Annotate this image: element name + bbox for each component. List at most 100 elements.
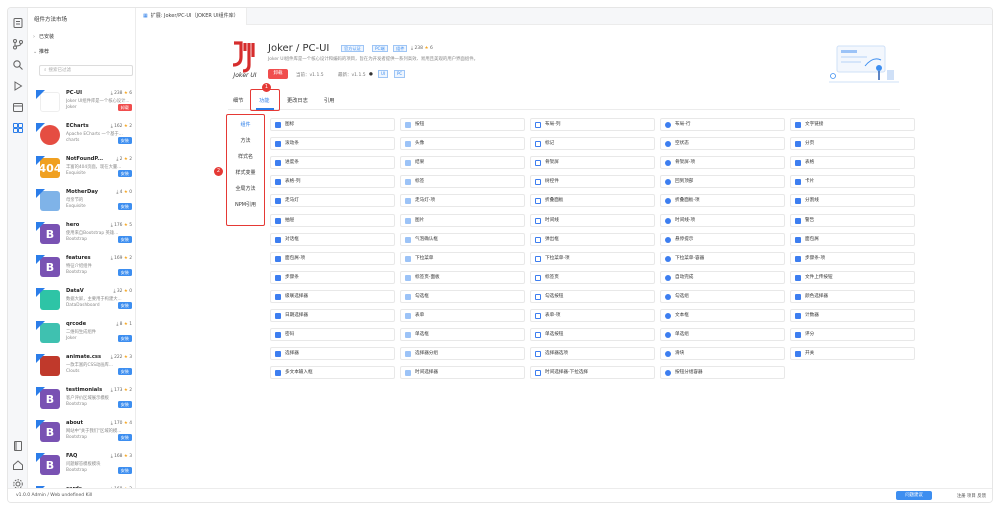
component-cell[interactable]: 折叠面板-项 [660,194,785,208]
component-cell[interactable]: 单选框 [400,328,525,342]
component-cell[interactable]: 文件上传按钮 [790,270,915,284]
plugin-action-button[interactable]: 安装 [117,170,132,177]
component-cell[interactable]: 勾选组 [660,289,785,303]
component-cell[interactable]: 文字链接 [790,118,915,131]
component-cell[interactable]: 按钮 [400,118,525,131]
component-cell[interactable]: 选择器分组 [400,347,525,361]
status-right[interactable]: 注册 项目 反馈 [957,493,986,499]
component-cell[interactable]: 回到顶部 [660,175,785,189]
component-cell[interactable]: 标签页 [530,270,655,284]
plugin-item[interactable]: Bfeatures ⤓ 169 ★ 2 特征介绍组件 Bootstrap 安装 [36,255,132,286]
component-cell[interactable]: 卡片 [790,175,915,189]
plugin-item[interactable]: Babout ⤓ 170 ★ 4 网站中"关于我们"区域的模... Bootstrap… [36,420,132,451]
plugin-action-button[interactable]: 安装 [117,203,132,210]
branch-icon[interactable] [12,38,24,50]
component-cell[interactable]: 面包屑 [790,232,915,246]
plugin-action-button[interactable]: 安装 [117,467,132,474]
plugin-action-button[interactable]: 卸载 [117,104,132,111]
plugin-item[interactable]: 404NotFoundP...⤓ 2 ★ 2丰富的404页面，现在大量...Ex… [36,156,132,187]
plugin-item[interactable]: PC-UI ⤓ 238 ★ 6 Joker UI组件库是一个核心设计... Joker… [36,90,132,121]
component-cell[interactable]: 布局-列 [530,118,655,131]
component-cell[interactable]: 警告 [790,213,915,227]
tab-references[interactable]: 引用 [324,97,334,104]
nav-item[interactable]: 组件 [226,121,265,128]
component-cell[interactable]: 表单 [400,309,525,322]
plugin-action-button[interactable]: 安装 [117,269,132,276]
component-cell[interactable]: 布局-行 [660,118,785,131]
plugin-action-button[interactable]: 安装 [117,302,132,309]
component-cell[interactable]: 步骤条 [270,270,395,284]
plugin-item[interactable]: Btestimonials ⤓ 173 ★ 2 客户评价区域展示模板 Bootstra… [36,387,132,418]
plugin-item[interactable]: B FAQ ⤓ 168 ★ 3 问题解答模板模块 Bootstrap 安装 [36,453,132,484]
component-cell[interactable]: 对话框 [270,232,395,246]
feedback-button[interactable]: 问题建议 [896,491,932,500]
plugin-action-button[interactable]: 安装 [117,236,132,243]
book-icon[interactable] [12,440,24,452]
component-cell[interactable]: 时间选择器 [400,366,525,380]
component-cell[interactable]: 抽屉 [270,213,395,227]
component-cell[interactable]: 气泡确认框 [400,232,525,246]
component-cell[interactable]: 图片 [400,213,525,227]
component-cell[interactable]: 评分 [790,328,915,342]
component-cell[interactable]: 走马灯 [270,194,395,208]
component-cell[interactable]: 分页 [790,137,915,151]
nav-item[interactable]: 样式名 [226,153,265,160]
component-cell[interactable]: 表格-列 [270,175,395,189]
component-cell[interactable]: 级联选择器 [270,289,395,303]
plugin-action-button[interactable]: 安装 [117,434,132,441]
component-cell[interactable]: 下拉菜单-容器 [660,251,785,265]
component-cell[interactable]: 选择器 [270,347,395,361]
help-circle-icon[interactable]: ● [369,72,373,77]
component-cell[interactable]: 开关 [790,347,915,361]
recommended-section[interactable]: ⌄ 推荐 [33,48,49,55]
tab-details[interactable]: 细节 [233,97,243,104]
component-cell[interactable]: 头像 [400,137,525,151]
component-cell[interactable]: 标签页-面板 [400,270,525,284]
component-cell[interactable]: 密码 [270,328,395,342]
home-icon[interactable] [12,459,24,471]
component-cell[interactable]: 图标 [270,118,395,131]
component-cell[interactable]: 勾选按钮 [530,289,655,303]
component-cell[interactable]: 多文本输入框 [270,366,395,380]
nav-item[interactable]: 全局方法 [226,185,265,192]
component-cell[interactable]: 时间线 [530,213,655,227]
nav-item[interactable]: 方法 [226,137,265,144]
component-cell[interactable]: 骨架屏 [530,156,655,170]
plugin-action-button[interactable]: 安装 [117,368,132,375]
plugin-item[interactable]: animate.css ⤓ 222 ★ 3 一款丰富的CSS动画库... Clouts… [36,354,132,385]
plugin-action-button[interactable]: 安装 [117,335,132,342]
plugin-item[interactable]: ECharts ⤓ 162 ★ 2 Apache ECharts 一个基于... ch… [36,123,132,154]
component-cell[interactable]: 日期选择器 [270,309,395,322]
component-cell[interactable]: 步骤条-项 [790,251,915,265]
component-cell[interactable]: 表格 [790,156,915,170]
component-cell[interactable]: 结果 [400,156,525,170]
component-cell[interactable]: 滑块 [660,347,785,361]
component-cell[interactable]: 悬停提示 [660,232,785,246]
component-cell[interactable]: 弹出框 [530,232,655,246]
installed-section[interactable]: › 已安装 [33,33,54,40]
component-cell[interactable]: 单选组 [660,328,785,342]
component-cell[interactable]: 下拉菜单 [400,251,525,265]
component-cell[interactable]: 树控件 [530,175,655,189]
nav-item[interactable]: 样式变量 [226,169,265,176]
extensions-icon[interactable] [12,122,24,134]
component-cell[interactable]: 选择器选项 [530,347,655,361]
plugin-action-button[interactable]: 安装 [117,137,132,144]
document-icon[interactable] [12,17,24,29]
tab-extension[interactable]: ▦ 扩展: Joker/PC-UI（JOKER UI组件库） [136,8,247,25]
component-cell[interactable]: 颜色选择器 [790,289,915,303]
plugin-item[interactable]: DataV ⤓ 32 ★ 0 数据大屏，主要用于构建大... DataDashboar… [36,288,132,319]
component-cell[interactable]: 折叠面板 [530,194,655,208]
search-input[interactable]: ⌕ 搜索已过滤 [39,65,133,76]
plugin-item[interactable]: qrcode ⤓ 8 ★ 1 二维码生成组件 Joker 安装 [36,321,132,352]
component-cell[interactable]: 勾选框 [400,289,525,303]
plugin-item[interactable]: MotherDay ⤓ 4 ★ 0 母亲节的 Exquisite 安装 [36,189,132,220]
component-cell[interactable]: 标记 [530,137,655,151]
calendar-icon[interactable] [12,101,24,113]
component-cell[interactable]: 骨架屏-项 [660,156,785,170]
component-cell[interactable]: 标签 [400,175,525,189]
plugin-action-button[interactable]: 安装 [117,401,132,408]
component-cell[interactable]: 进度条 [270,156,395,170]
component-cell[interactable]: 分割线 [790,194,915,208]
nav-item[interactable]: NPM引用 [226,201,265,208]
